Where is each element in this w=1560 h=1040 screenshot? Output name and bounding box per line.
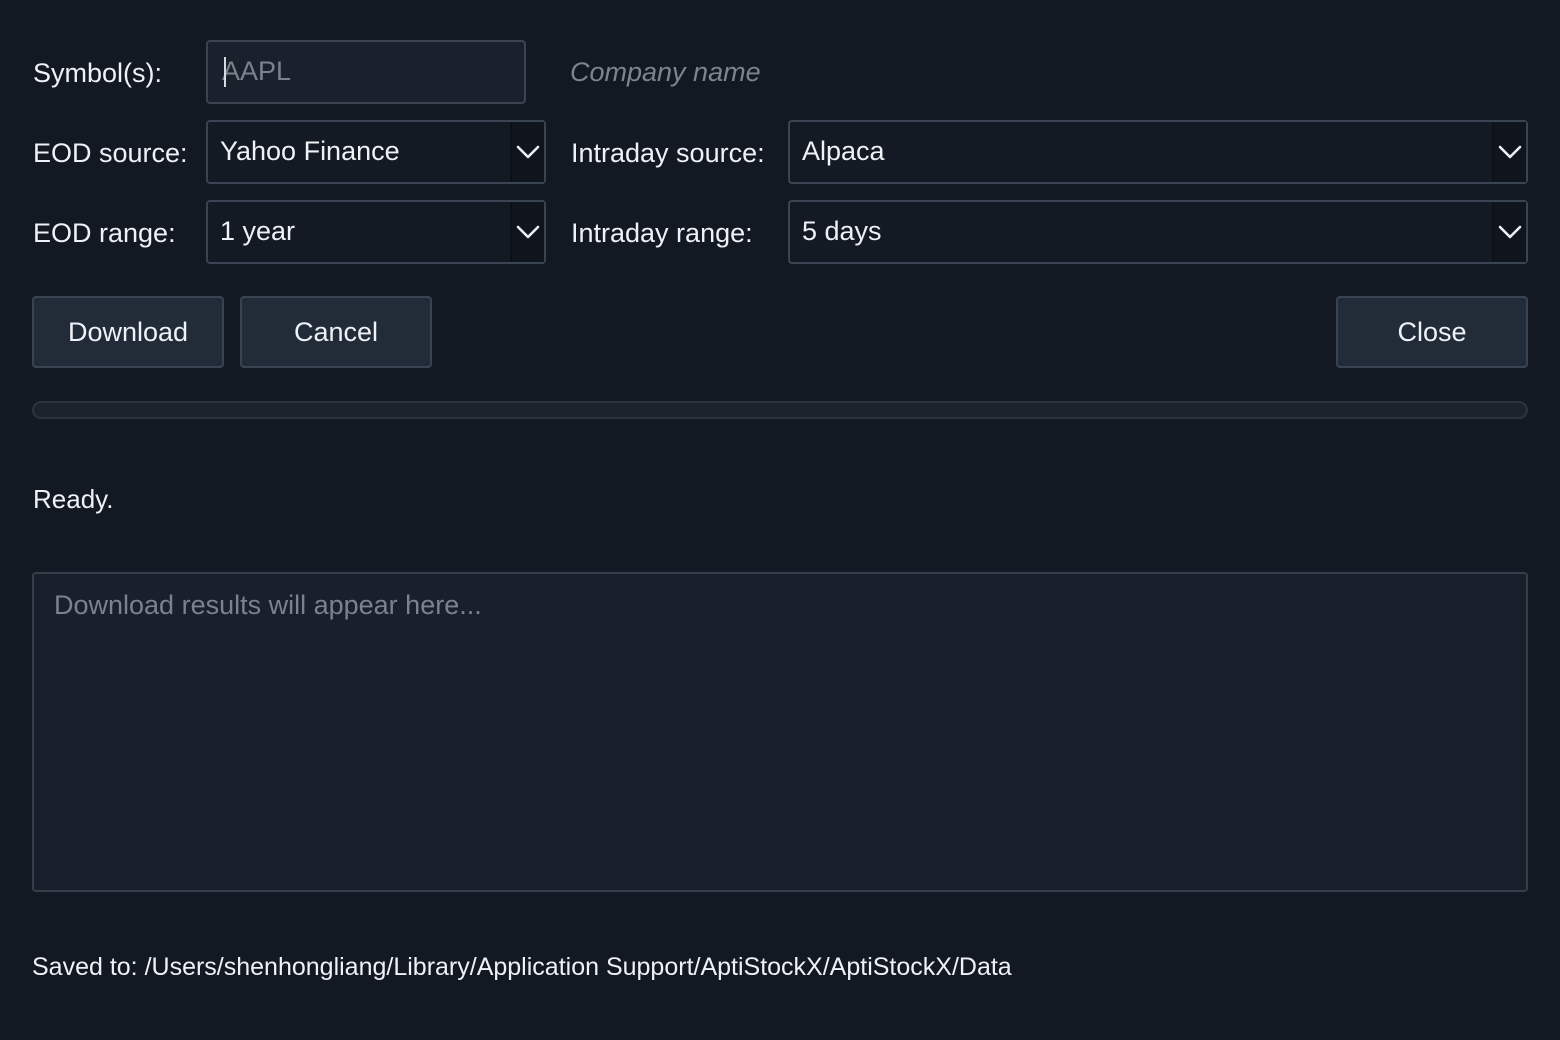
text-caret: [224, 57, 226, 87]
intraday-range-select[interactable]: 5 days: [788, 200, 1528, 264]
close-button[interactable]: Close: [1336, 296, 1528, 368]
eod-range-label: EOD range:: [33, 218, 176, 248]
eod-source-value: Yahoo Finance: [220, 136, 400, 166]
download-progress-bar: [32, 401, 1528, 419]
symbol-input-box[interactable]: [206, 40, 526, 104]
symbol-input[interactable]: [222, 42, 512, 100]
results-area[interactable]: [32, 572, 1528, 892]
results-textarea[interactable]: [54, 590, 1504, 875]
download-button[interactable]: Download: [32, 296, 224, 368]
intraday-source-dropdown-button[interactable]: [1492, 122, 1526, 182]
eod-range-value: 1 year: [220, 216, 296, 246]
intraday-source-value: Alpaca: [802, 136, 885, 166]
intraday-source-label: Intraday source:: [571, 138, 765, 168]
chevron-down-icon: [1498, 225, 1522, 239]
company-name: Company name: [570, 57, 761, 87]
cancel-button[interactable]: Cancel: [240, 296, 432, 368]
chevron-down-icon: [516, 145, 540, 159]
saved-path: Saved to: /Users/shenhongliang/Library/A…: [32, 953, 1012, 981]
intraday-range-dropdown-button[interactable]: [1492, 202, 1526, 262]
intraday-source-select[interactable]: Alpaca: [788, 120, 1528, 184]
eod-range-dropdown-button[interactable]: [510, 202, 544, 262]
eod-source-dropdown-button[interactable]: [510, 122, 544, 182]
intraday-range-value: 5 days: [802, 216, 882, 246]
eod-source-label: EOD source:: [33, 138, 188, 168]
symbol-label: Symbol(s):: [33, 58, 163, 88]
eod-range-select[interactable]: 1 year: [206, 200, 546, 264]
intraday-range-label: Intraday range:: [571, 218, 753, 248]
eod-source-select[interactable]: Yahoo Finance: [206, 120, 546, 184]
chevron-down-icon: [1498, 145, 1522, 159]
chevron-down-icon: [516, 225, 540, 239]
status-text: Ready.: [33, 484, 114, 514]
